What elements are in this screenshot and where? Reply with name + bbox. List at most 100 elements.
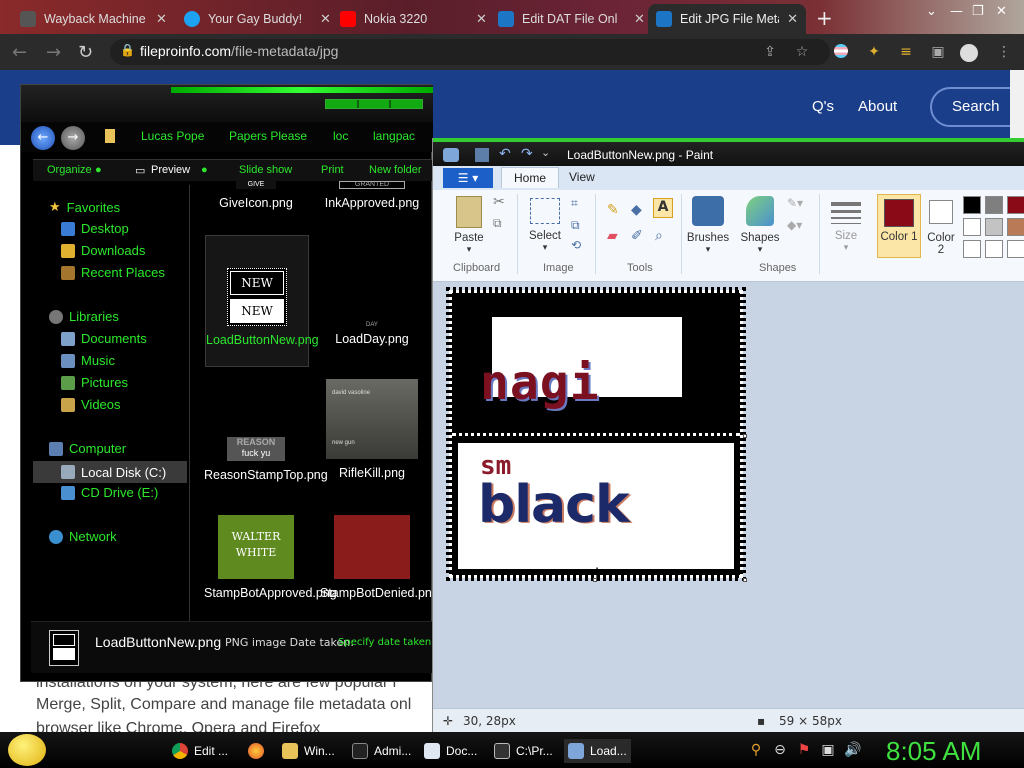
brushes-button[interactable]: Brushes ▾: [685, 196, 731, 255]
network-tray-icon[interactable]: ▣: [820, 742, 836, 758]
taskbar-item-firefox[interactable]: [248, 739, 270, 763]
fill-dropdown-icon[interactable]: ◆▾: [787, 218, 802, 232]
palette-swatch-darkred[interactable]: [1007, 196, 1024, 214]
text-tool-icon[interactable]: A: [653, 198, 673, 218]
palette-swatch-empty[interactable]: [1007, 240, 1024, 258]
close-icon[interactable]: ✕: [634, 11, 645, 27]
palette-swatch-lightgray[interactable]: [985, 218, 1003, 236]
color-picker-icon[interactable]: ✐: [631, 228, 643, 244]
resize-icon[interactable]: ⧉: [571, 218, 580, 233]
taskbar-item-doc[interactable]: Doc...: [424, 739, 477, 763]
undo-icon[interactable]: ↶: [499, 146, 511, 162]
eraser-icon[interactable]: ▰: [607, 228, 618, 244]
tab-wayback[interactable]: Wayback Machine ✕: [12, 4, 175, 34]
tab-twitter[interactable]: Your Gay Buddy! ✕: [176, 4, 339, 34]
explorer-address-bar[interactable]: ← → Lucas Pope Papers Please loc langpac: [21, 122, 433, 152]
save-icon[interactable]: [475, 148, 489, 162]
breadcrumb-item[interactable]: langpac: [373, 129, 415, 143]
breadcrumb-item[interactable]: Lucas Pope: [141, 129, 204, 143]
palette-swatch-gray[interactable]: [985, 196, 1003, 214]
address-bar[interactable]: 🔒 fileproinfo.com/file-metadata/jpg: [110, 39, 830, 65]
side-panel-icon[interactable]: ▣: [930, 44, 946, 60]
file-item[interactable]: REASON fuck yu ReasonStampTop.png: [204, 437, 328, 483]
nav-network[interactable]: Network: [49, 529, 117, 544]
file-item[interactable]: WALTER WHITE StampBotApproved.png: [204, 515, 337, 601]
select-button[interactable]: Select ▾: [525, 198, 565, 253]
forward-icon[interactable]: →: [46, 42, 61, 63]
nav-documents[interactable]: Documents: [61, 331, 147, 346]
fill-icon[interactable]: ◆: [631, 202, 642, 218]
new-folder-button[interactable]: New folder: [369, 164, 422, 176]
palette-swatch-empty[interactable]: [963, 240, 981, 258]
nav-about[interactable]: About: [858, 98, 897, 115]
file-item[interactable]: GIVE GiveIcon.png: [204, 181, 308, 211]
palette-swatch-black[interactable]: [963, 196, 981, 214]
details-date-field[interactable]: Specify date taken: [338, 637, 431, 648]
back-icon[interactable]: ←: [12, 42, 27, 63]
tab-edit-jpg[interactable]: Edit JPG File Meta ✕: [648, 4, 806, 34]
close-icon[interactable]: ✕: [156, 11, 167, 27]
color1-button[interactable]: Color 1: [877, 194, 921, 258]
tab-edit-dat[interactable]: Edit DAT File Onl ✕: [490, 4, 653, 34]
taskbar-clock[interactable]: 8:05 AM: [886, 736, 981, 767]
nav-cd-drive[interactable]: CD Drive (E:): [61, 485, 158, 500]
rotate-icon[interactable]: ⟲: [571, 238, 581, 252]
file-item[interactable]: StampBotDenied.png: [320, 515, 439, 601]
back-arrow-icon[interactable]: ←: [31, 126, 55, 150]
redo-icon[interactable]: ↷: [521, 146, 533, 162]
reading-list-icon[interactable]: ≡: [898, 44, 914, 60]
window-controls[interactable]: [325, 99, 423, 109]
slideshow-button[interactable]: Slide show: [239, 164, 292, 176]
outline-icon[interactable]: ✎▾: [787, 196, 803, 210]
pencil-icon[interactable]: ✎: [607, 202, 619, 218]
restore-icon[interactable]: ❐: [972, 4, 984, 19]
cut-icon[interactable]: ✂: [493, 194, 505, 210]
taskbar-item-program[interactable]: C:\Pr...: [494, 739, 553, 763]
preview-dropdown-icon[interactable]: ●: [201, 164, 208, 176]
crop-icon[interactable]: ⌗: [571, 196, 578, 211]
paste-button[interactable]: Paste ▾: [445, 196, 493, 255]
file-item[interactable]: DAY LoadDay.png: [320, 317, 424, 347]
nav-downloads[interactable]: Downloads: [61, 243, 145, 258]
file-item[interactable]: david vasoline new gun RifleKill.png: [320, 379, 424, 481]
magnifier-icon[interactable]: ⌕: [655, 228, 663, 244]
start-button-smiley-icon[interactable]: [8, 734, 46, 766]
size-button[interactable]: Size ▾: [827, 196, 865, 253]
nav-music[interactable]: Music: [61, 353, 115, 368]
new-tab-button[interactable]: +: [816, 6, 833, 30]
paint-file-menu-button[interactable]: ☰ ▾: [443, 168, 493, 188]
minimize-icon[interactable]: —: [950, 4, 963, 19]
taskbar-item-paint[interactable]: Load...: [564, 739, 631, 763]
palette-swatch-white[interactable]: [963, 218, 981, 236]
tab-search-icon[interactable]: ⌄: [926, 4, 937, 19]
nav-computer[interactable]: Computer: [49, 441, 126, 456]
tray-icon[interactable]: ⊖: [772, 742, 788, 758]
nav-faqs-partial[interactable]: Q's: [812, 98, 834, 115]
file-item-selected[interactable]: NEW NEW LoadButtonNew.png: [205, 235, 319, 367]
copy-icon[interactable]: ⧉: [493, 216, 502, 231]
close-icon[interactable]: ✕: [787, 11, 798, 27]
flag-tray-icon[interactable]: ⚑: [796, 742, 812, 758]
forward-arrow-icon[interactable]: →: [61, 126, 85, 150]
palette-swatch-empty[interactable]: [985, 240, 1003, 258]
pane-divider[interactable]: [189, 185, 190, 625]
organize-button[interactable]: Organize: [47, 164, 92, 176]
organize-dropdown-icon[interactable]: ●: [95, 164, 102, 176]
resize-handle[interactable]: [743, 434, 747, 438]
print-button[interactable]: Print: [321, 164, 344, 176]
volume-tray-icon[interactable]: 🔊: [844, 742, 861, 758]
nav-local-disk[interactable]: Local Disk (C:): [33, 461, 187, 483]
nav-recent-places[interactable]: Recent Places: [61, 265, 165, 280]
search-tray-icon[interactable]: ⚲: [748, 742, 764, 758]
profile-avatar[interactable]: [960, 44, 978, 62]
taskbar-item-cmd[interactable]: Admi...: [352, 739, 411, 763]
color2-button[interactable]: Color 2: [923, 194, 959, 256]
shapes-button[interactable]: Shapes ▾: [737, 196, 783, 255]
menu-kebab-icon[interactable]: ⋮: [996, 44, 1012, 60]
close-icon[interactable]: ✕: [476, 11, 487, 27]
file-item[interactable]: GRANTED InkApproved.png: [320, 181, 424, 211]
resize-handle[interactable]: [593, 578, 597, 582]
breadcrumb-item[interactable]: Papers Please: [229, 129, 307, 143]
tab-youtube[interactable]: Nokia 3220 ✕: [332, 4, 495, 34]
nav-pictures[interactable]: Pictures: [61, 375, 128, 390]
